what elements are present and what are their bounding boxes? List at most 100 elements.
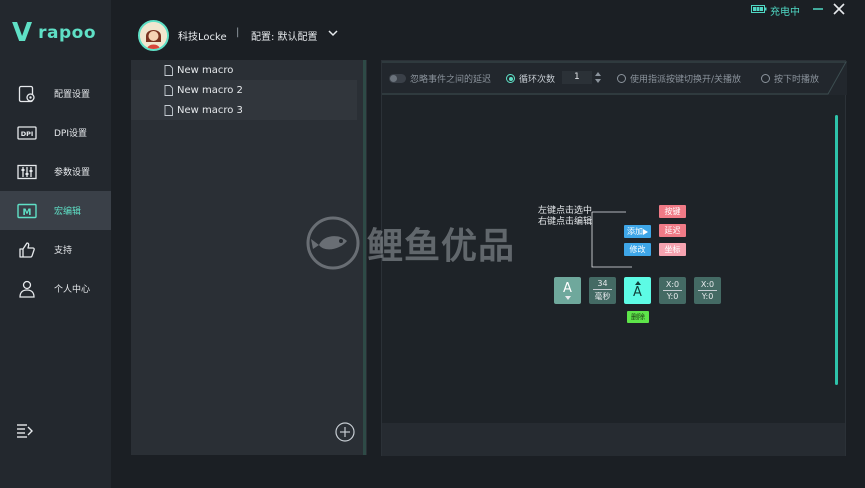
macro-step-coordinate[interactable]: X:0 Y:0: [694, 277, 721, 304]
header: 科技Locke | 配置: 默认配置 充电中: [111, 0, 865, 60]
config-settings-icon: [16, 84, 38, 104]
context-add-label: 添加: [627, 227, 643, 236]
caret-right-icon: [643, 228, 648, 235]
delay-value: 34: [597, 279, 608, 288]
svg-text:DPI: DPI: [21, 130, 34, 138]
play-while-pressed-radio[interactable]: [761, 74, 770, 83]
key-down-arrow-icon: [564, 296, 571, 300]
divider: [698, 290, 717, 291]
sidebar-nav: 配置设置 DPI DPI设置 参数设置 M 宏编辑 支持 个人中心: [0, 74, 111, 308]
sidebar-item-config[interactable]: 配置设置: [0, 74, 111, 113]
macro-icon: M: [16, 201, 38, 221]
key-label: A: [633, 285, 642, 300]
user-name: 科技Locke: [178, 32, 227, 43]
parameters-icon: [16, 162, 38, 182]
add-key-label: 按键: [664, 207, 681, 216]
add-coordinate-button[interactable]: 坐标: [659, 243, 686, 256]
delete-label: 删除: [631, 313, 645, 321]
delete-step-button[interactable]: 删除: [627, 311, 649, 323]
sidebar-item-label: 个人中心: [54, 285, 91, 295]
rapoo-logo: V rapoo: [12, 18, 102, 48]
svg-text:M: M: [23, 208, 32, 218]
macro-list-item[interactable]: New macro 3: [131, 100, 357, 120]
sidebar-item-label: 支持: [54, 246, 73, 256]
close-icon[interactable]: [831, 1, 847, 17]
context-add-button[interactable]: 添加: [624, 225, 651, 238]
coord-x: X:0: [700, 280, 715, 289]
loop-count-option[interactable]: 循环次数: [506, 72, 555, 85]
delay-unit: 毫秒: [594, 292, 611, 301]
watermark-text: 鲤鱼优品: [367, 226, 516, 267]
toggle-by-key-label: 使用指派按键切换开/关播放: [630, 75, 742, 85]
file-icon: [164, 104, 173, 116]
watermark: 鲤鱼优品: [305, 215, 515, 271]
collapse-menu-icon[interactable]: [16, 423, 36, 441]
sidebar-item-parameters[interactable]: 参数设置: [0, 152, 111, 191]
avatar[interactable]: [138, 20, 169, 51]
sidebar-item-dpi[interactable]: DPI DPI设置: [0, 113, 111, 152]
sidebar-item-label: DPI设置: [54, 129, 88, 139]
key-label: A: [563, 281, 572, 296]
ignore-delay-label: 忽略事件之间的延迟: [410, 75, 492, 85]
config-selector-label[interactable]: 配置: 默认配置: [251, 28, 318, 43]
ignore-delay-option[interactable]: 忽略事件之间的延迟: [389, 72, 491, 85]
battery-charging-icon: [751, 4, 767, 17]
sidebar-item-label: 宏编辑: [54, 207, 82, 217]
play-while-pressed-label: 按下时播放: [774, 75, 820, 85]
context-modify-label: 修改: [629, 245, 646, 254]
hint-line-right-click: 右键点击编辑: [537, 217, 592, 227]
toggle-by-key-radio[interactable]: [617, 74, 626, 83]
add-key-button[interactable]: 按键: [659, 205, 686, 218]
add-coordinate-label: 坐标: [664, 245, 681, 254]
loop-count-stepper-icon[interactable]: [594, 70, 602, 85]
sidebar: V rapoo 配置设置 DPI DPI设置 参数设置 M 宏编辑 支持 个人中…: [0, 0, 111, 488]
brand-name: rapoo: [38, 23, 97, 43]
macro-step-coordinate[interactable]: X:0 Y:0: [659, 277, 686, 304]
edit-hint: 左键点击选中 右键点击编辑: [532, 206, 592, 228]
thumbs-up-icon: [16, 240, 38, 260]
divider: [593, 289, 612, 290]
ignore-delay-toggle[interactable]: [389, 74, 406, 83]
sidebar-item-label: 配置设置: [54, 90, 91, 100]
coord-y: Y:0: [666, 292, 679, 301]
sidebar-item-macro[interactable]: M 宏编辑: [0, 191, 111, 230]
macro-step-key-down[interactable]: A: [554, 277, 581, 304]
minimize-icon[interactable]: [811, 1, 825, 15]
hint-line-left-click: 左键点击选中: [537, 206, 592, 216]
logo-letter: V: [12, 18, 33, 48]
file-icon: [164, 64, 173, 76]
fish-logo-icon: [306, 216, 360, 270]
playback-options-bar: 忽略事件之间的延迟 循环次数 1 使用指派按键切换开/关播放 按下时播放: [382, 61, 847, 95]
macro-name: New macro 2: [177, 84, 243, 96]
divider: [663, 290, 682, 291]
chevron-down-icon[interactable]: [327, 27, 339, 39]
play-while-pressed-option[interactable]: 按下时播放: [761, 72, 819, 85]
file-icon: [164, 84, 173, 96]
user-icon: [16, 279, 38, 299]
battery-status-text: 充电中: [770, 7, 800, 18]
sidebar-item-label: 参数设置: [54, 168, 91, 178]
sidebar-item-support[interactable]: 支持: [0, 230, 111, 269]
macro-list-item[interactable]: New macro: [131, 60, 357, 80]
macro-step-key-up-selected[interactable]: A: [624, 277, 651, 304]
macro-list-item[interactable]: New macro 2: [131, 80, 357, 100]
hint-connector: [591, 211, 632, 268]
macro-name: New macro: [177, 64, 234, 76]
add-macro-button[interactable]: [335, 422, 355, 442]
header-separator: |: [236, 27, 240, 38]
dpi-icon: DPI: [16, 123, 38, 143]
add-delay-button[interactable]: 延迟: [659, 224, 686, 237]
add-delay-label: 延迟: [664, 226, 681, 235]
coord-x: X:0: [665, 280, 680, 289]
toggle-by-key-option[interactable]: 使用指派按键切换开/关播放: [617, 72, 741, 85]
macro-step-delay[interactable]: 34 毫秒: [589, 277, 616, 304]
sidebar-item-user-center[interactable]: 个人中心: [0, 269, 111, 308]
coord-y: Y:0: [701, 292, 714, 301]
loop-count-label: 循环次数: [519, 75, 556, 85]
battery-status: 充电中: [751, 3, 800, 18]
context-modify-button[interactable]: 修改: [624, 243, 651, 256]
editor-footer: [382, 423, 845, 456]
loop-count-radio[interactable]: [506, 74, 515, 83]
editor-scrollbar[interactable]: [835, 115, 838, 385]
loop-count-input[interactable]: 1: [562, 71, 592, 84]
